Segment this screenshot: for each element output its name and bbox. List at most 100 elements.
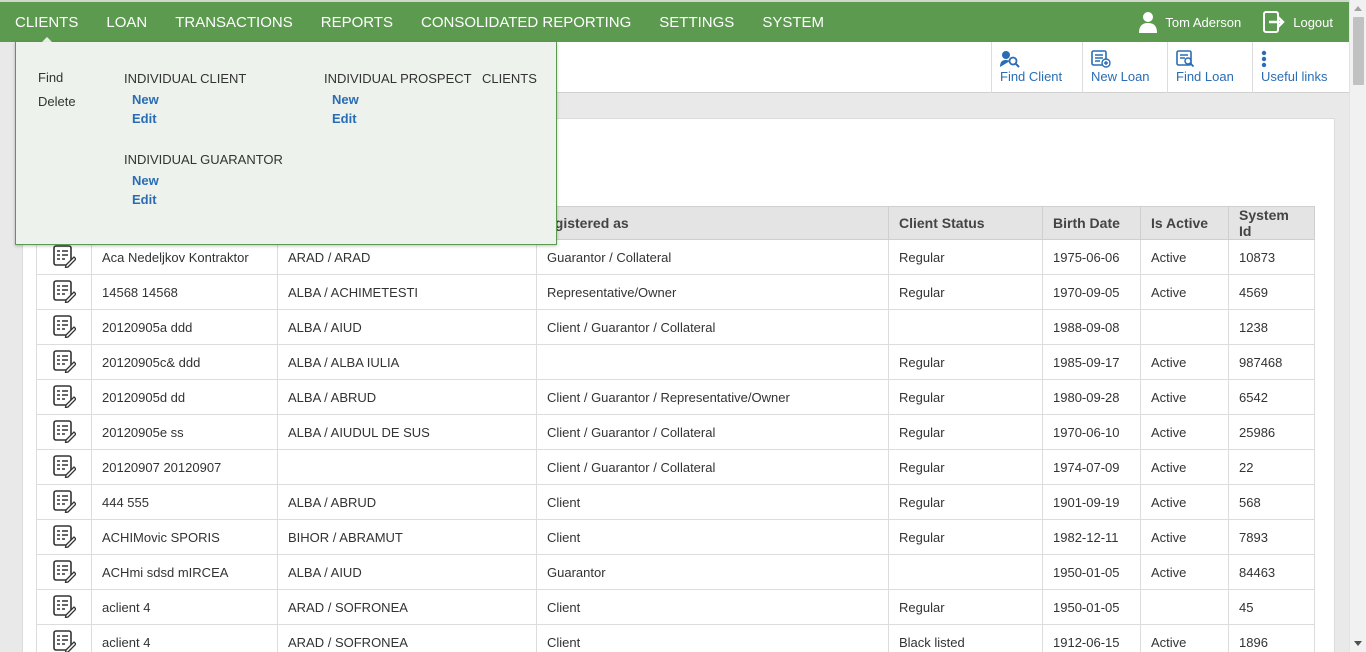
individual-client-edit-link[interactable]: Edit <box>132 111 157 126</box>
edit-record-icon[interactable] <box>52 454 77 481</box>
page-scrollbar[interactable] <box>1349 0 1366 652</box>
cell-address: ALBA / AIUDUL DE SUS <box>277 414 537 450</box>
cell-client-status: Regular <box>888 449 1043 485</box>
cell-system-id: 6542 <box>1228 379 1315 415</box>
column-header-system-id[interactable]: System Id <box>1228 206 1315 240</box>
new-loan-icon <box>1091 50 1111 68</box>
edit-record-icon[interactable] <box>52 244 77 271</box>
cell-registered-as: Client / Guarantor / Collateral <box>536 309 889 345</box>
cell-birth-date: 1970-09-05 <box>1042 274 1141 310</box>
table-row[interactable]: aclient 4 ARAD / SOFRONEA Client Regular 195… <box>36 589 1315 625</box>
edit-record-icon[interactable] <box>52 559 77 586</box>
menu-loan[interactable]: LOAN <box>106 2 147 42</box>
individual-guarantor-heading: INDIVIDUAL GUARANTOR <box>124 152 283 167</box>
column-header-is-active[interactable]: Is Active <box>1140 206 1229 240</box>
column-header-client-status[interactable]: Client Status <box>888 206 1043 240</box>
cell-is-active: Active <box>1140 274 1229 310</box>
scroll-down-arrow[interactable] <box>1354 641 1362 646</box>
table-row[interactable]: aclient 4 ARAD / SOFRONEA Client Black list… <box>36 624 1315 652</box>
edit-record-icon[interactable] <box>52 384 77 411</box>
cell-system-id: 10873 <box>1228 239 1315 275</box>
edit-record-cell[interactable] <box>36 449 92 485</box>
cell-address: ALBA / ALBA IULIA <box>277 344 537 380</box>
useful-links-button[interactable]: Useful links <box>1252 42 1349 93</box>
edit-record-icon[interactable] <box>52 314 77 341</box>
edit-record-cell[interactable] <box>36 554 92 590</box>
cell-system-id: 4569 <box>1228 274 1315 310</box>
edit-record-icon[interactable] <box>52 279 77 306</box>
cell-address: ALBA / ABRUD <box>277 379 537 415</box>
individual-guarantor-edit-link[interactable]: Edit <box>132 192 157 207</box>
edit-record-icon[interactable] <box>52 489 77 516</box>
edit-record-cell[interactable] <box>36 344 92 380</box>
cell-client-status: Regular <box>888 239 1043 275</box>
table-row[interactable]: 20120905a ddd ALBA / AIUD Client / Guarant… <box>36 309 1315 345</box>
cell-name: 444 555 <box>91 484 278 520</box>
menu-reports[interactable]: REPORTS <box>321 2 393 42</box>
table-row[interactable]: 20120905d dd ALBA / ABRUD Client / Guarant… <box>36 379 1315 415</box>
cell-system-id: 22 <box>1228 449 1315 485</box>
edit-record-cell[interactable] <box>36 414 92 450</box>
cell-address: ARAD / SOFRONEA <box>277 589 537 625</box>
cell-name: aclient 4 <box>91 624 278 652</box>
edit-record-cell[interactable] <box>36 624 92 652</box>
menu-system[interactable]: SYSTEM <box>762 2 824 42</box>
table-row[interactable]: ACHmi sdsd mIRCEA ALBA / AIUD Guarantor 195… <box>36 554 1315 590</box>
find-loan-button[interactable]: Find Loan <box>1167 42 1252 93</box>
logout-label: Logout <box>1293 14 1333 30</box>
new-loan-button[interactable]: New Loan <box>1082 42 1167 93</box>
edit-record-cell[interactable] <box>36 379 92 415</box>
dropdown-find[interactable]: Find <box>38 70 76 94</box>
table-row[interactable]: 14568 14568 ALBA / ACHIMETESTI Representat… <box>36 274 1315 310</box>
cell-name: 20120905c& ddd <box>91 344 278 380</box>
menu-clients[interactable]: CLIENTS <box>15 2 78 43</box>
menu-settings[interactable]: SETTINGS <box>659 2 734 42</box>
individual-guarantor-new-link[interactable]: New <box>132 173 159 188</box>
table-row[interactable]: ACHIMovic SPORIS BIHOR / ABRAMUT Client Reg… <box>36 519 1315 555</box>
cell-registered-as: Client / Guarantor / Representative/Owne… <box>536 379 889 415</box>
cell-registered-as: Client / Guarantor / Collateral <box>536 449 889 485</box>
edit-record-cell[interactable] <box>36 484 92 520</box>
edit-record-icon[interactable] <box>52 594 77 621</box>
edit-record-icon[interactable] <box>52 524 77 551</box>
table-row[interactable]: 444 555 ALBA / ABRUD Client Regular 1901-09-… <box>36 484 1315 520</box>
table-row[interactable]: 20120905e ss ALBA / AIUDUL DE SUS Client /… <box>36 414 1315 450</box>
dropdown-delete[interactable]: Delete <box>38 94 76 118</box>
edit-record-cell[interactable] <box>36 274 92 310</box>
cell-address: BIHOR / ABRAMUT <box>277 519 537 555</box>
cell-is-active <box>1140 589 1229 625</box>
individual-client-new-link[interactable]: New <box>132 92 159 107</box>
edit-record-icon[interactable] <box>52 349 77 376</box>
table-row[interactable]: 20120905c& ddd ALBA / ALBA IULIA Regular 19… <box>36 344 1315 380</box>
scroll-up-arrow[interactable] <box>1354 6 1362 11</box>
column-header-registered-as[interactable]: egistered as <box>536 206 889 240</box>
cell-system-id: 987468 <box>1228 344 1315 380</box>
find-client-button[interactable]: Find Client <box>991 42 1082 93</box>
column-header-birth-date[interactable]: Birth Date <box>1042 206 1141 240</box>
table-row[interactable]: 20120907 20120907 Client / Guarantor / Co… <box>36 449 1315 485</box>
edit-record-icon[interactable] <box>52 629 77 652</box>
cell-is-active: Active <box>1140 554 1229 590</box>
edit-record-cell[interactable] <box>36 589 92 625</box>
cell-is-active: Active <box>1140 379 1229 415</box>
individual-prospect-new-link[interactable]: New <box>332 92 359 107</box>
cell-birth-date: 1950-01-05 <box>1042 589 1141 625</box>
cell-name: 20120905e ss <box>91 414 278 450</box>
menu-transactions[interactable]: TRANSACTIONS <box>175 2 293 42</box>
menu-consolidated-reporting[interactable]: CONSOLIDATED REPORTING <box>421 2 631 42</box>
new-loan-label: New Loan <box>1091 69 1150 84</box>
edit-record-icon[interactable] <box>52 419 77 446</box>
cell-address: ALBA / AIUD <box>277 309 537 345</box>
individual-prospect-edit-link[interactable]: Edit <box>332 111 357 126</box>
cell-system-id: 45 <box>1228 589 1315 625</box>
individual-prospect-heading: INDIVIDUAL PROSPECT <box>324 71 472 86</box>
edit-record-cell[interactable] <box>36 309 92 345</box>
user-menu[interactable]: Tom Aderson <box>1139 11 1241 33</box>
edit-record-cell[interactable] <box>36 519 92 555</box>
cell-registered-as: Client <box>536 519 889 555</box>
logout-button[interactable]: Logout <box>1263 11 1333 33</box>
cell-client-status: Regular <box>888 274 1043 310</box>
dropdown-actions: Find Delete <box>38 70 76 118</box>
scroll-thumb[interactable] <box>1353 17 1364 85</box>
cell-registered-as: Representative/Owner <box>536 274 889 310</box>
